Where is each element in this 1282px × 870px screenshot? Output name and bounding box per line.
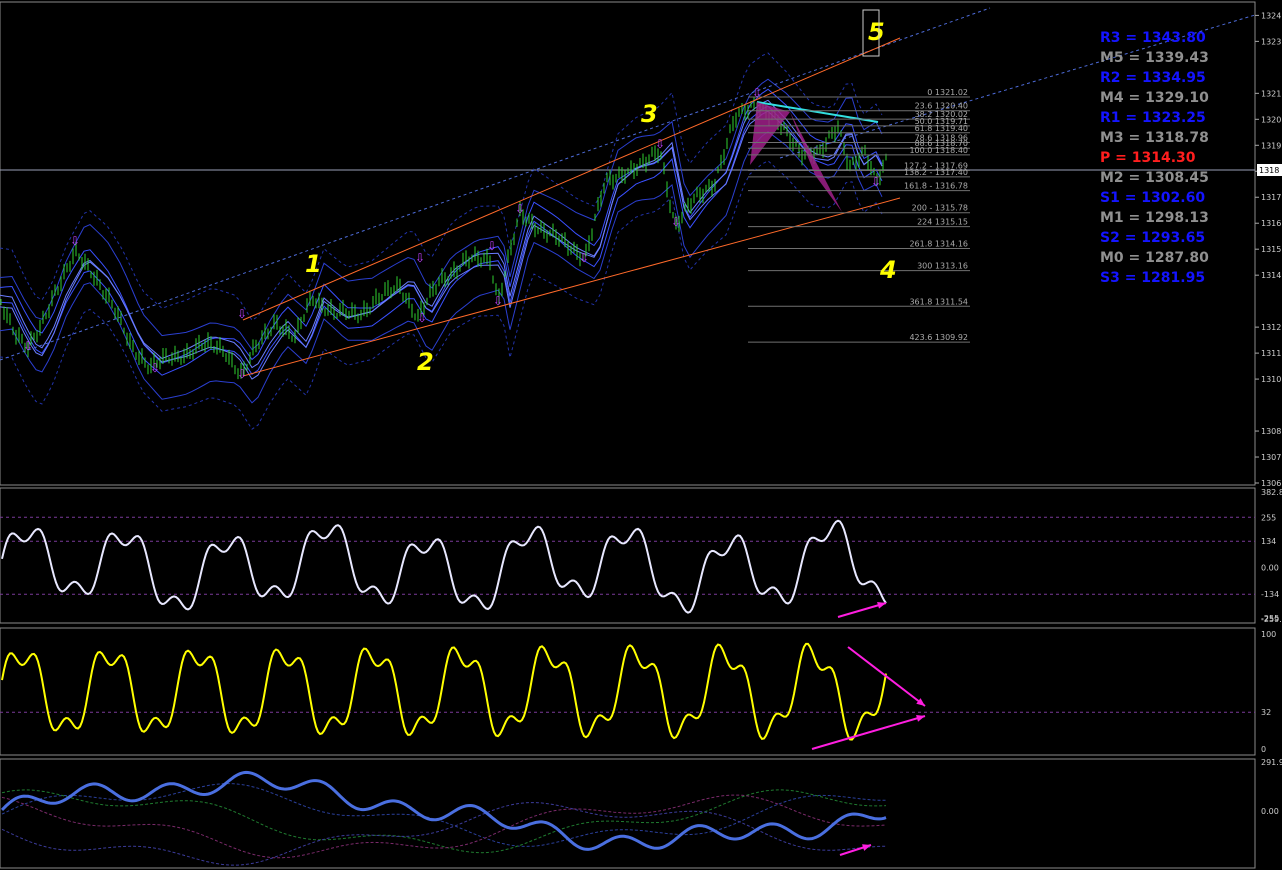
osc3-tick-label: 0.00 [1261,807,1279,816]
fib-level-label: 300 1313.16 [917,262,968,271]
pivot-level-label: M2 = 1308.45 [1100,170,1209,186]
price-tick-label: 1317 [1261,193,1281,202]
osc1-tick-label: 0.00 [1261,564,1279,573]
price-tick-label: 1319 [1261,141,1281,150]
pivot-level-label: M3 = 1318.78 [1100,130,1209,146]
pivot-level-label: M0 = 1287.80 [1100,250,1209,266]
pivot-level-label: R3 = 1343.80 [1100,30,1206,46]
price-tick-label: 1306 [1261,479,1281,488]
pivot-level-label: R1 = 1323.25 [1100,110,1206,126]
osc1-tick-label: -134 [1261,590,1279,599]
fractal-arrow-icon: ⇩ [150,361,160,375]
price-tick-label: 1316 [1261,219,1281,228]
chart-canvas: 1324132313211320131913181317131613151314… [0,1,1282,869]
pivot-level-label: M4 = 1329.10 [1100,90,1209,106]
fractal-arrow-icon: ⇩ [579,251,589,265]
fib-level-label: 100.0 1318.40 [909,146,968,155]
pivot-level-label: P = 1314.30 [1100,150,1196,166]
fib-level-label: 200 - 1315.78 [912,204,968,213]
osc3-tick-label: 291.9 [1261,758,1282,767]
osc1-tick-label: 255 [1261,513,1276,522]
pivot-level-label: S2 = 1293.65 [1100,230,1206,246]
panel-frame-3 [0,758,1256,869]
pivot-panel: R3 = 1343.80 M5 = 1339.43 R2 = 1334.95 M4 =… [1100,28,1230,288]
fib-level-label: 361.8 1311.54 [909,297,968,306]
fib-level-label: 224 1315.15 [917,218,968,227]
wave-label-1: 1 [305,250,322,278]
osc2-tick-label: 100 [1261,630,1276,639]
fractal-arrow-icon: ⇩ [515,202,525,216]
price-tick-label: 1307 [1261,453,1281,462]
osc2-tick-label: 32 [1261,708,1271,717]
fractal-arrow-icon: ⇩ [671,215,681,229]
price-tick-label: 1312 [1261,323,1281,332]
pivot-level-label: R2 = 1334.95 [1100,70,1206,86]
price-tick-label: 1323 [1261,37,1281,46]
osc1-tick-label: 134 [1261,537,1276,546]
fib-level-label: 161.8 - 1316.78 [904,182,968,191]
pivot-level-label: M5 = 1339.43 [1100,50,1209,66]
price-tick-label: 1310 [1261,375,1281,384]
price-tick-label: 1321 [1261,89,1281,98]
panel-frame-0 [0,1,1256,486]
fib-level-label: 0 1321.02 [927,88,968,97]
fractal-arrow-icon: ⇩ [237,367,247,381]
wave-label-5: 5 [868,18,885,46]
fractal-arrow-icon: ⇩ [417,311,427,325]
fractal-arrow-icon: ⇩ [23,339,33,353]
fractal-arrow-icon: ⇩ [752,86,762,100]
fractal-arrow-icon: ⇩ [237,307,247,321]
fib-level-label: 423.6 1309.92 [909,333,968,342]
wave-label-4: 4 [879,256,897,284]
price-tick-label: 1320 [1261,115,1281,124]
fib-level-label: 138.2 - 1317.40 [904,168,968,177]
fractal-arrow-icon: ⇩ [415,251,425,265]
osc1-tick-label: -259.4 [1261,615,1282,624]
osc1-tick-label: 382.8 [1261,488,1282,497]
current-price-label: 1318 [1259,166,1279,175]
pivot-level-label: S3 = 1281.95 [1100,270,1206,286]
osc2-tick-label: 0 [1261,745,1266,754]
price-tick-label: 1324 [1261,11,1281,20]
price-tick-label: 1311 [1261,349,1281,358]
pivot-level-label: M1 = 1298.13 [1100,210,1209,226]
panel-frame-1 [0,487,1256,624]
wave-label-2: 2 [417,348,434,376]
fractal-arrow-icon: ⇩ [655,137,665,151]
fib-level-label: 261.8 1314.16 [909,240,968,249]
price-tick-label: 1315 [1261,245,1281,254]
fractal-arrow-icon: ⇩ [487,239,497,253]
fractal-arrow-icon: ⇩ [493,294,503,308]
pivot-level-label: S1 = 1302.60 [1100,190,1206,206]
fractal-arrow-icon: ⇩ [70,234,80,248]
price-tick-label: 1314 [1261,271,1281,280]
fractal-arrow-icon: ⇩ [871,175,881,189]
price-tick-label: 1308 [1261,427,1281,436]
wave-label-3: 3 [641,100,658,128]
fib-level-label: 61.8 1319.40 [915,124,968,133]
